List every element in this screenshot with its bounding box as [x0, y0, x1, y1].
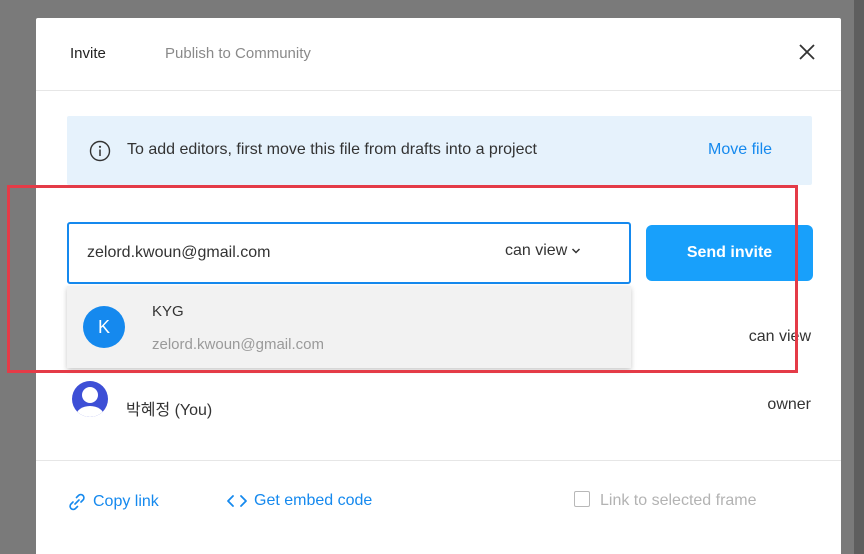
member-permission-dropdown[interactable]: can view	[749, 328, 811, 346]
footer-divider	[36, 460, 841, 461]
copy-link-label: Copy link	[93, 493, 159, 511]
email-input[interactable]	[87, 241, 467, 265]
code-icon	[227, 494, 247, 507]
link-frame-option: Link to selected frame	[574, 490, 757, 510]
embed-label: Get embed code	[254, 492, 373, 509]
owner-name: 박혜정 (You)	[126, 402, 213, 419]
banner-text: To add editors, first move this file fro…	[127, 141, 537, 158]
embed-code-button[interactable]: Get embed code	[226, 492, 372, 510]
chevron-down-icon	[572, 248, 581, 254]
permission-value: can view	[505, 242, 568, 259]
link-frame-checkbox[interactable]	[574, 490, 590, 507]
suggestion-item[interactable]: K KYG zelord.kwoun@gmail.com	[67, 286, 631, 368]
backdrop	[854, 0, 864, 554]
invite-email-field[interactable]: can view	[67, 222, 631, 284]
dialog-tabs: Invite Publish to Community	[36, 18, 841, 91]
share-dialog: Invite Publish to Community To add edito…	[36, 18, 841, 554]
suggestion-name: KYG	[152, 303, 184, 320]
permission-dropdown[interactable]: can view	[505, 242, 581, 260]
tab-publish-community[interactable]: Publish to Community	[165, 45, 311, 62]
link-frame-label: Link to selected frame	[600, 492, 757, 509]
close-icon[interactable]	[795, 40, 819, 64]
user-avatar-icon	[71, 380, 109, 418]
info-icon	[89, 140, 111, 162]
tab-invite[interactable]: Invite	[70, 45, 106, 62]
move-file-link[interactable]: Move file	[708, 141, 772, 159]
avatar: K	[83, 306, 125, 348]
info-banner: To add editors, first move this file fro…	[67, 116, 812, 185]
owner-permission: owner	[767, 396, 811, 413]
send-invite-button[interactable]: Send invite	[646, 225, 813, 281]
copy-link-button[interactable]: Copy link	[67, 492, 159, 512]
link-icon	[69, 493, 85, 511]
suggestion-email: zelord.kwoun@gmail.com	[152, 336, 324, 353]
